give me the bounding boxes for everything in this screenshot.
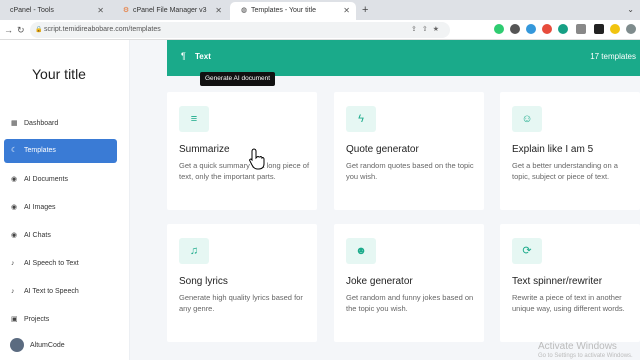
- url-input[interactable]: 🔒 script.temidireabobare.com/templates ⇪…: [30, 22, 450, 38]
- sidebar-item-ai-documents[interactable]: ◉ AI Documents: [4, 168, 117, 192]
- url-text: script.temidireabobare.com/templates: [44, 26, 161, 33]
- extension-icon[interactable]: [510, 24, 520, 34]
- reload-icon[interactable]: ↻: [17, 23, 25, 37]
- new-tab-button[interactable]: +: [362, 2, 368, 18]
- sidebar-item-ai-images[interactable]: ◉ AI Images: [4, 196, 117, 220]
- omnibox-actions[interactable]: ⇪⇧★: [411, 22, 444, 38]
- template-card-summarize[interactable]: ≡ Summarize Get a quick summary of a lon…: [167, 92, 317, 210]
- brand-logo: [10, 338, 24, 352]
- template-card-joke-generator[interactable]: ☻ Joke generator Get random and funny jo…: [334, 224, 484, 342]
- microphone-icon: ♪: [11, 260, 15, 267]
- folder-icon: ▣: [11, 316, 18, 323]
- robot-icon: ◉: [11, 204, 18, 211]
- pen-icon[interactable]: [594, 24, 604, 34]
- tab-label: cPanel File Manager v3: [133, 7, 207, 14]
- cpanel-icon: ⚙: [122, 7, 130, 14]
- sidebar-item-label: AI Speech to Text: [24, 260, 79, 267]
- template-card-song-lyrics[interactable]: ♫ Song lyrics Generate high quality lyri…: [167, 224, 317, 342]
- grid-icon: ▦: [11, 120, 18, 127]
- site-title: Your title: [32, 66, 86, 82]
- align-left-icon: ≡: [179, 106, 209, 132]
- card-title: Explain like I am 5: [512, 144, 594, 155]
- browser-tabbar: cPanel - Tools ✕ ⚙ cPanel File Manager v3…: [0, 0, 640, 20]
- extension-icon[interactable]: [558, 24, 568, 34]
- watermark-subtitle: Go to Settings to activate Windows.: [538, 353, 633, 359]
- extension-icon[interactable]: [494, 24, 504, 34]
- sidebar-item-dashboard[interactable]: ▦ Dashboard: [4, 112, 117, 136]
- close-icon[interactable]: ✕: [343, 2, 350, 20]
- sidebar-item-ai-speech-to-text[interactable]: ♪ AI Speech to Text: [4, 252, 117, 276]
- sidebar-item-ai-chats[interactable]: ◉ AI Chats: [4, 224, 117, 248]
- extension-icon[interactable]: [576, 24, 586, 34]
- extension-icon[interactable]: [542, 24, 552, 34]
- paragraph-icon: ¶: [181, 51, 186, 61]
- template-card-text-spinner[interactable]: ⟳ Text spinner/rewriter Rewrite a piece …: [500, 224, 640, 342]
- tab-label: Templates - Your title: [251, 7, 316, 14]
- smile-icon: ☻: [346, 238, 376, 264]
- watermark-title: Activate Windows: [538, 341, 617, 352]
- sidebar-item-label: AI Chats: [24, 232, 51, 239]
- music-icon: ♫: [179, 238, 209, 264]
- card-description: Get a quick summary of a long piece of t…: [179, 161, 310, 181]
- card-title: Song lyrics: [179, 276, 228, 287]
- child-icon: ☺: [512, 106, 542, 132]
- close-icon[interactable]: ✕: [97, 2, 104, 20]
- card-description: Get a better understanding on a topic, s…: [512, 161, 618, 181]
- sidebar-item-templates[interactable]: ☾ Templates: [4, 139, 117, 163]
- sidebar-item-label: AI Text to Speech: [24, 288, 79, 295]
- robot-icon: ◉: [11, 232, 18, 239]
- sidebar-item-label: AI Documents: [24, 176, 68, 183]
- profile-avatar[interactable]: [626, 24, 636, 34]
- forward-icon[interactable]: →: [4, 23, 13, 37]
- tab-label: cPanel - Tools: [10, 7, 54, 14]
- lock-icon: 🔒: [35, 27, 43, 33]
- card-title: Text spinner/rewriter: [512, 276, 603, 287]
- card-title: Joke generator: [346, 276, 413, 287]
- robot-icon: ◉: [11, 176, 18, 183]
- activate-windows-watermark: Activate Windows Go to Settings to activ…: [538, 341, 633, 359]
- sidebar: Your title ▦ Dashboard ☾ Templates ◉ AI …: [0, 40, 130, 360]
- browser-tab-file-manager[interactable]: ⚙ cPanel File Manager v3 ✕: [112, 2, 228, 20]
- brand[interactable]: AltumCode: [10, 338, 65, 352]
- sidebar-item-label: Dashboard: [24, 120, 59, 127]
- browser-tab-templates[interactable]: ◍ Templates - Your title ✕: [230, 2, 356, 20]
- card-title: Quote generator: [346, 144, 419, 155]
- card-description: Rewrite a piece of text in another uniqu…: [512, 293, 625, 313]
- category-header: ¶ Text 17 templates: [167, 40, 640, 76]
- card-description: Generate high quality lyrics based for a…: [179, 293, 303, 313]
- category-title: Text: [195, 52, 211, 61]
- template-card-quote-generator[interactable]: ϟ Quote generator Get random quotes base…: [334, 92, 484, 210]
- globe-icon: ◍: [240, 7, 248, 14]
- card-description: Get random and funny jokes based on the …: [346, 293, 474, 313]
- brand-name: AltumCode: [30, 341, 65, 349]
- hand-cursor-icon: [249, 148, 265, 170]
- sidebar-item-label: AI Images: [24, 204, 56, 211]
- window-controls[interactable]: ⌄: [627, 0, 634, 20]
- microphone-icon: ♪: [11, 288, 15, 295]
- bolt-icon: ϟ: [346, 106, 376, 132]
- browser-tab-cpanel-tools[interactable]: cPanel - Tools ✕: [0, 2, 110, 20]
- sidebar-item-ai-text-to-speech[interactable]: ♪ AI Text to Speech: [4, 280, 117, 304]
- sidebar-item-projects[interactable]: ▣ Projects: [4, 308, 117, 332]
- sync-icon: ⟳: [512, 238, 542, 264]
- card-title: Summarize: [179, 144, 230, 155]
- template-count: 17 templates: [590, 52, 636, 61]
- close-icon[interactable]: ✕: [215, 2, 222, 20]
- extension-icon[interactable]: [526, 24, 536, 34]
- sidebar-item-label: Projects: [24, 316, 50, 323]
- moon-icon: ☾: [11, 147, 18, 154]
- card-description: Get random quotes based on the topic you…: [346, 161, 474, 181]
- template-card-explain-like-five[interactable]: ☺ Explain like I am 5 Get a better under…: [500, 92, 640, 210]
- sidebar-item-label: Templates: [24, 147, 56, 154]
- tooltip: Generate AI document: [200, 72, 276, 86]
- extension-icon[interactable]: [610, 24, 620, 34]
